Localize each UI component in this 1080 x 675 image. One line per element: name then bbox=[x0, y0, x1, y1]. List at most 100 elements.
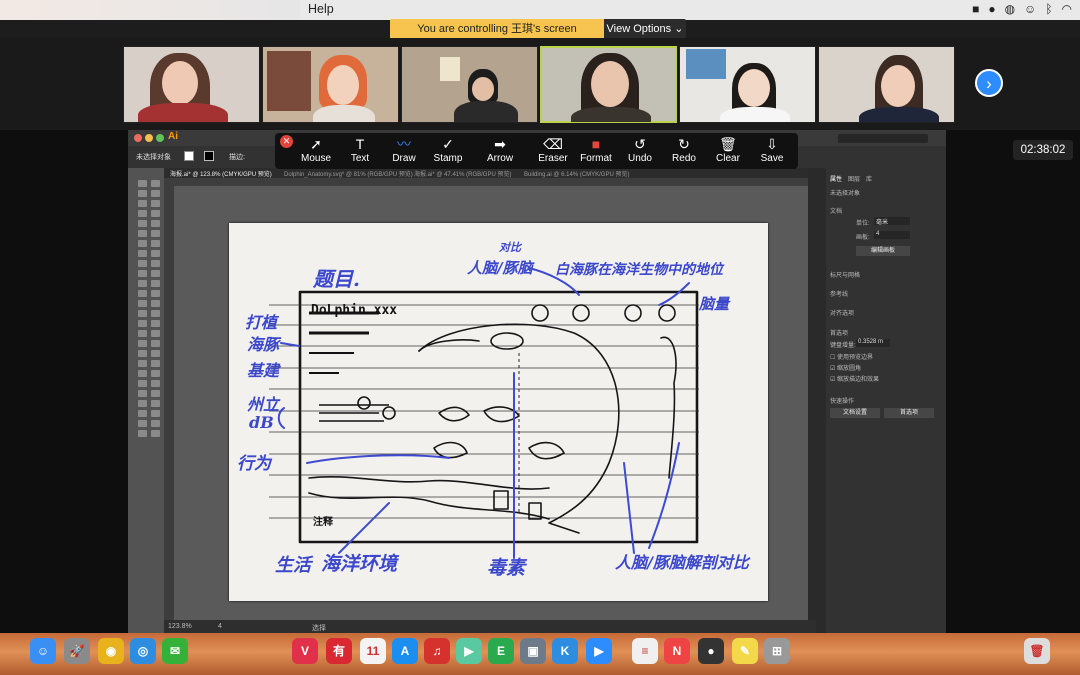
tab-document[interactable]: 海报.ai* @ 123.8% (CMYK/GPU 预览) bbox=[170, 169, 272, 178]
annotation-tool-redo[interactable]: ↻ Redo bbox=[661, 135, 707, 167]
video-tile-active-speaker[interactable] bbox=[540, 46, 677, 123]
illustrator-tool[interactable] bbox=[138, 340, 147, 347]
illustrator-tool[interactable] bbox=[138, 380, 147, 387]
safari-icon[interactable]: ◎ bbox=[130, 638, 156, 664]
illustrator-tool[interactable] bbox=[138, 410, 147, 417]
illustrator-tool[interactable] bbox=[151, 410, 160, 417]
close-window-icon[interactable] bbox=[134, 134, 142, 142]
tab-document[interactable]: Building.ai @ 6.14% (CMYK/GPU 预览) bbox=[524, 169, 629, 178]
trash-icon[interactable]: 🗑 bbox=[1024, 638, 1050, 664]
illustrator-tool[interactable] bbox=[138, 290, 147, 297]
illustrator-tool[interactable] bbox=[151, 250, 160, 257]
vivaldi-icon[interactable]: V bbox=[292, 638, 318, 664]
zoom-icon[interactable]: ■ bbox=[972, 2, 979, 16]
tab-libraries[interactable]: 库 bbox=[866, 174, 872, 183]
illustrator-tool[interactable] bbox=[151, 240, 160, 247]
illustrator-tool[interactable] bbox=[151, 280, 160, 287]
fill-swatch[interactable] bbox=[184, 151, 194, 161]
zoom-level[interactable]: 123.8% bbox=[168, 623, 192, 630]
illustrator-tool[interactable] bbox=[151, 430, 160, 437]
video-tile[interactable] bbox=[123, 46, 260, 123]
illustrator-tool[interactable] bbox=[151, 270, 160, 277]
illustrator-tool[interactable] bbox=[151, 380, 160, 387]
calendar-icon[interactable]: 11 bbox=[360, 638, 386, 664]
screenshot-icon[interactable]: ⊞ bbox=[764, 638, 790, 664]
unit-select[interactable]: 毫米 bbox=[874, 217, 910, 226]
search-input[interactable] bbox=[838, 134, 928, 143]
tab-document[interactable]: 海报.ai* @ 47.41% (RGB/GPU 预览) bbox=[414, 169, 511, 178]
illustrator-tool[interactable] bbox=[138, 400, 147, 407]
illustrator-tool[interactable] bbox=[138, 320, 147, 327]
illustrator-tool[interactable] bbox=[151, 340, 160, 347]
illustrator-tool[interactable] bbox=[138, 310, 147, 317]
preview-bounds-checkbox[interactable]: ☐ 使用预览边界 bbox=[830, 352, 873, 361]
illustrator-tool[interactable] bbox=[138, 270, 147, 277]
news-icon[interactable]: N bbox=[664, 638, 690, 664]
chrome-icon[interactable]: ◉ bbox=[98, 638, 124, 664]
illustrator-tool[interactable] bbox=[151, 320, 160, 327]
video-tile[interactable] bbox=[262, 46, 399, 123]
scale-strokes-checkbox[interactable]: ☑ 缩放描边和效果 bbox=[830, 374, 879, 383]
annotation-tool-clear[interactable]: 🗑 Clear bbox=[705, 135, 751, 167]
close-annotation-icon[interactable]: ✕ bbox=[280, 135, 293, 148]
illustrator-tool[interactable] bbox=[138, 180, 147, 187]
wechat-icon[interactable]: ● bbox=[988, 2, 995, 16]
annotation-tool-save[interactable]: ⇩ Save bbox=[749, 135, 795, 167]
zoom-app-icon[interactable]: ▶ bbox=[586, 638, 612, 664]
keyboard-increment-input[interactable]: 0.3528 m bbox=[856, 339, 890, 347]
illustrator-tool[interactable] bbox=[138, 330, 147, 337]
illustrator-tool[interactable] bbox=[138, 200, 147, 207]
illustrator-tool[interactable] bbox=[151, 210, 160, 217]
keynote-icon[interactable]: K bbox=[552, 638, 578, 664]
preview-icon[interactable]: ▣ bbox=[520, 638, 546, 664]
illustrator-tool[interactable] bbox=[151, 300, 160, 307]
illustrator-tool[interactable] bbox=[138, 220, 147, 227]
illustrator-tool[interactable] bbox=[151, 220, 160, 227]
tab-properties[interactable]: 属性 bbox=[830, 174, 842, 183]
annotation-tool-arrow[interactable]: ➡ Arrow bbox=[477, 135, 523, 167]
illustrator-tool[interactable] bbox=[151, 350, 160, 357]
netease-music-icon[interactable]: ♫ bbox=[424, 638, 450, 664]
tab-document[interactable]: Dolphin_Anatomy.svg* @ 81% (RGB/GPU 预览) bbox=[284, 169, 413, 178]
stroke-swatch[interactable] bbox=[204, 151, 214, 161]
bluetooth-icon[interactable]: ᛒ bbox=[1045, 2, 1052, 16]
illustrator-tool[interactable] bbox=[151, 400, 160, 407]
illustrator-tool[interactable] bbox=[151, 260, 160, 267]
annotation-tool-mouse[interactable]: ➚ Mouse bbox=[293, 135, 339, 167]
illustrator-tool[interactable] bbox=[138, 350, 147, 357]
recorder-icon[interactable]: ● bbox=[698, 638, 724, 664]
illustrator-tool[interactable] bbox=[151, 190, 160, 197]
illustrator-tool[interactable] bbox=[138, 390, 147, 397]
illustrator-tool[interactable] bbox=[138, 360, 147, 367]
infuse-icon[interactable]: ▶ bbox=[456, 638, 482, 664]
illustrator-tool[interactable] bbox=[138, 210, 147, 217]
appstore-icon[interactable]: A bbox=[392, 638, 418, 664]
finder-icon[interactable]: ☺ bbox=[30, 638, 56, 664]
annotation-tool-text[interactable]: T Text bbox=[337, 135, 383, 167]
evernote-icon[interactable]: E bbox=[488, 638, 514, 664]
illustrator-tool[interactable] bbox=[138, 230, 147, 237]
illustrator-tool[interactable] bbox=[138, 430, 147, 437]
illustrator-tool[interactable] bbox=[151, 330, 160, 337]
annotation-tool-eraser[interactable]: ⌫ Eraser bbox=[530, 135, 576, 167]
illustrator-tool[interactable] bbox=[151, 370, 160, 377]
illustrator-tool[interactable] bbox=[151, 360, 160, 367]
illustrator-tool[interactable] bbox=[151, 420, 160, 427]
illustrator-tool[interactable] bbox=[151, 230, 160, 237]
artboard-number[interactable]: 4 bbox=[218, 623, 222, 630]
illustrator-tool[interactable] bbox=[138, 300, 147, 307]
zoom-window-icon[interactable] bbox=[156, 134, 164, 142]
video-tile[interactable] bbox=[401, 46, 538, 123]
illustrator-tool[interactable] bbox=[138, 370, 147, 377]
illustrator-tool[interactable] bbox=[138, 240, 147, 247]
illustrator-tool[interactable] bbox=[151, 290, 160, 297]
illustrator-tool[interactable] bbox=[151, 390, 160, 397]
annotation-tool-undo[interactable]: ↺ Undo bbox=[617, 135, 663, 167]
annotation-tool-draw[interactable]: 〰 Draw bbox=[381, 135, 427, 167]
wechat-icon[interactable]: ✉ bbox=[162, 638, 188, 664]
document-setup-button[interactable]: 文档设置 bbox=[830, 408, 880, 418]
wifi-icon[interactable]: ◠ bbox=[1062, 2, 1072, 16]
annotation-tool-format[interactable]: ■ Format bbox=[573, 135, 619, 167]
preferences-button[interactable]: 首选项 bbox=[884, 408, 934, 418]
illustrator-tool[interactable] bbox=[151, 180, 160, 187]
